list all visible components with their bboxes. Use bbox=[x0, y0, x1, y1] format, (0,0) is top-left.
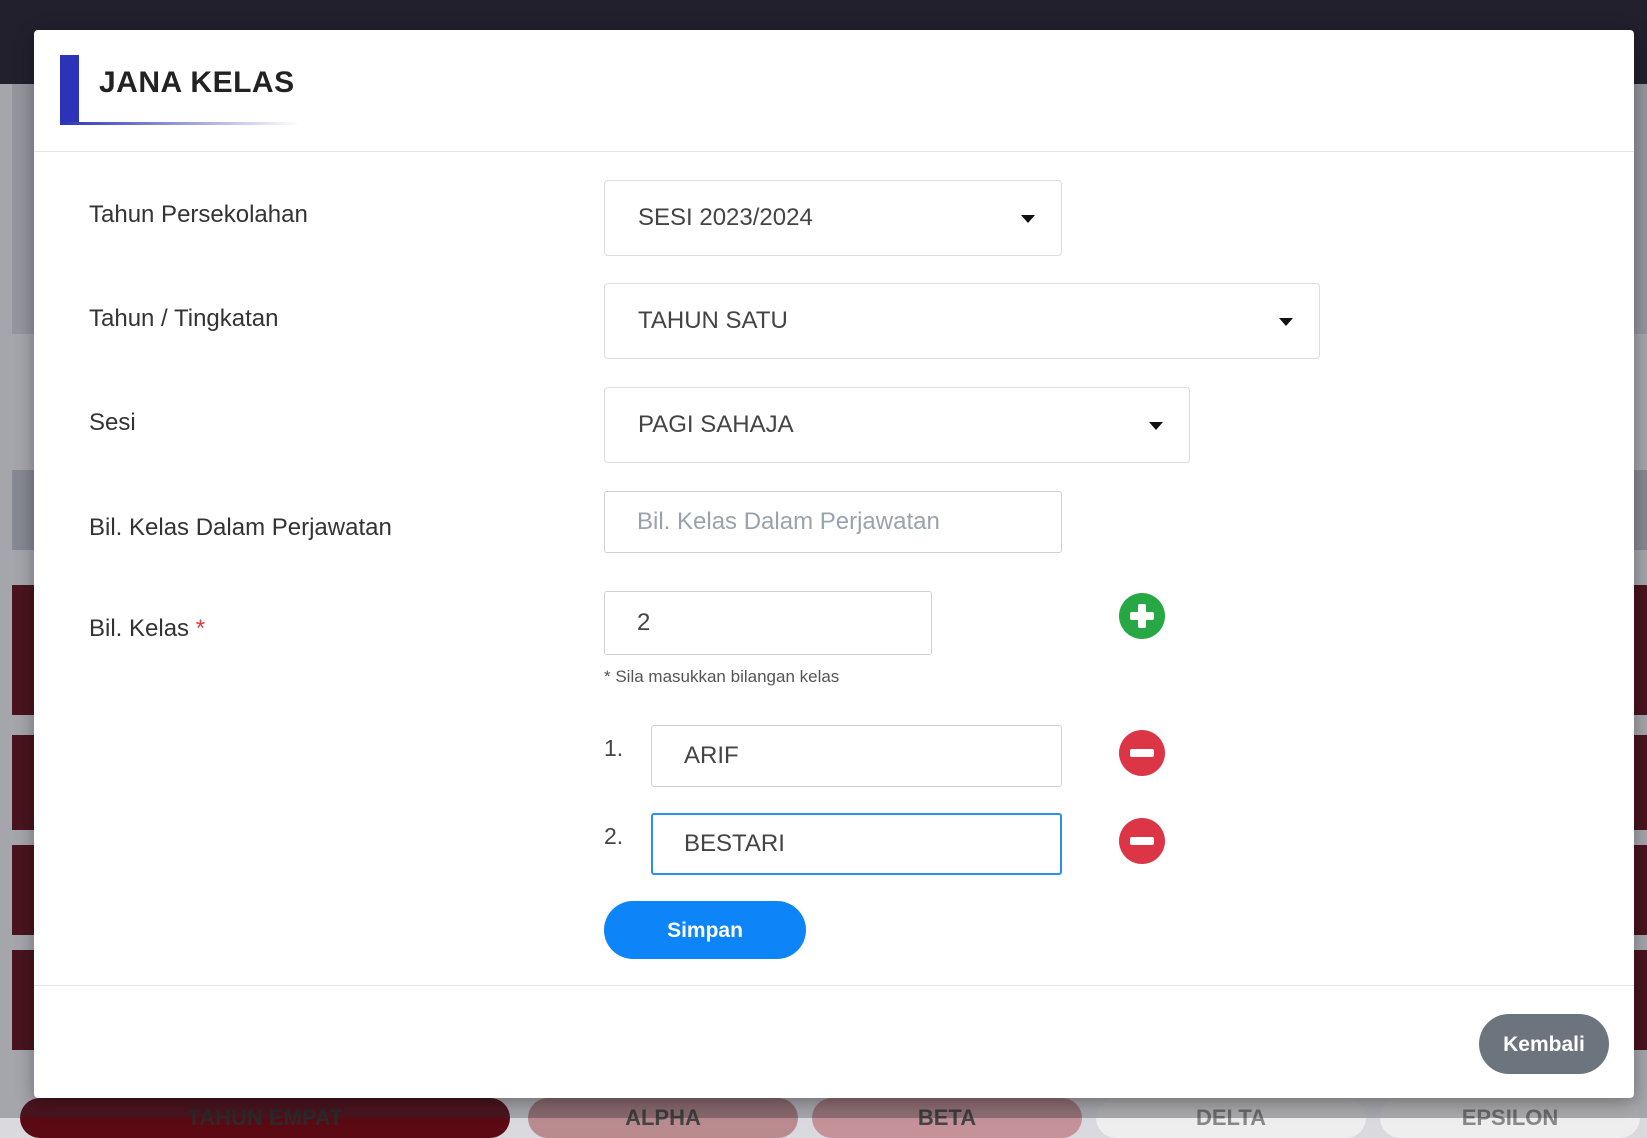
minus-circle-icon bbox=[1130, 837, 1154, 845]
sesi-value: PAGI SAHAJA bbox=[638, 411, 794, 438]
class-name-input[interactable] bbox=[651, 813, 1062, 875]
sesi-label: Sesi bbox=[89, 409, 136, 436]
caret-down-icon bbox=[1149, 422, 1163, 430]
jana-kelas-modal: JANA KELAS Tahun Persekolahan SESI 2023/… bbox=[34, 30, 1634, 1098]
tahun-tingkatan-label: Tahun / Tingkatan bbox=[89, 305, 279, 332]
tahun-persekolahan-select[interactable]: SESI 2023/2024 bbox=[604, 180, 1062, 256]
plus-circle-icon-bar bbox=[1138, 604, 1146, 628]
sesi-select[interactable]: PAGI SAHAJA bbox=[604, 387, 1190, 463]
caret-down-icon bbox=[1279, 318, 1293, 326]
add-class-button[interactable] bbox=[1119, 593, 1165, 639]
back-button[interactable]: Kembali bbox=[1479, 1014, 1609, 1074]
remove-class-button[interactable] bbox=[1119, 730, 1165, 776]
minus-circle-icon bbox=[1130, 749, 1154, 757]
required-asterisk: * bbox=[195, 615, 206, 642]
tahun-tingkatan-select[interactable]: TAHUN SATU bbox=[604, 283, 1320, 359]
bil-kelas-perjawatan-label: Bil. Kelas Dalam Perjawatan bbox=[89, 514, 392, 541]
tahun-persekolahan-label: Tahun Persekolahan bbox=[89, 201, 308, 228]
save-button[interactable]: Simpan bbox=[604, 901, 806, 959]
tahun-persekolahan-value: SESI 2023/2024 bbox=[638, 204, 813, 231]
tahun-tingkatan-value: TAHUN SATU bbox=[638, 307, 788, 334]
class-name-input[interactable] bbox=[651, 725, 1062, 787]
modal-header: JANA KELAS bbox=[34, 30, 1634, 152]
remove-class-button[interactable] bbox=[1119, 818, 1165, 864]
class-row-index: 2. bbox=[604, 823, 624, 849]
caret-down-icon bbox=[1021, 215, 1035, 223]
modal-footer-divider bbox=[34, 985, 1634, 986]
title-underline bbox=[60, 122, 300, 125]
modal-title: JANA KELAS bbox=[99, 66, 295, 99]
bil-kelas-hint: * Sila masukkan bilangan kelas bbox=[604, 667, 840, 686]
bil-kelas-perjawatan-input[interactable] bbox=[604, 491, 1062, 553]
class-row-index: 1. bbox=[604, 735, 624, 761]
bil-kelas-label-text: Bil. Kelas bbox=[89, 615, 190, 642]
title-accent-bar bbox=[60, 55, 79, 125]
bil-kelas-label: Bil. Kelas * bbox=[89, 615, 205, 643]
bil-kelas-input[interactable] bbox=[604, 591, 932, 655]
